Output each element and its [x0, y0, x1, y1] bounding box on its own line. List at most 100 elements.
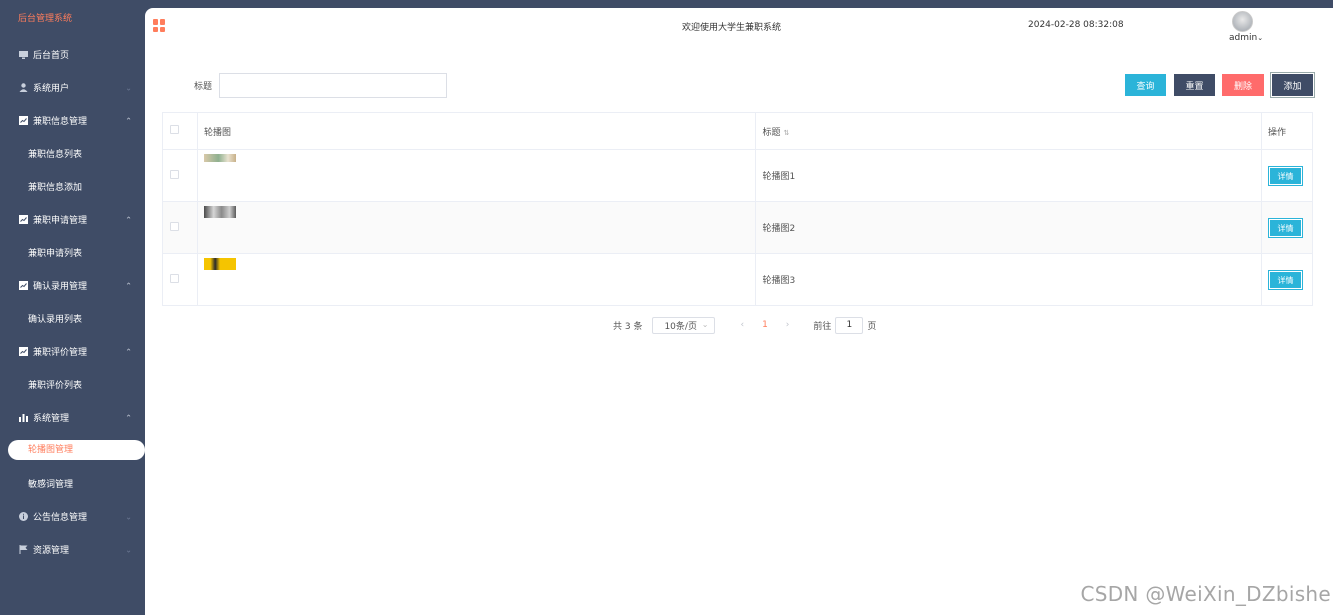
- sidebar-subitem-job-list[interactable]: 兼职信息列表: [0, 137, 145, 170]
- carousel-table: 轮播图 标题 ⇅ 操作 轮播图1 详情 轮播图2 详情 轮播图3 详情: [162, 112, 1314, 306]
- welcome-text: 欢迎使用大学生兼职系统: [682, 23, 782, 33]
- flag-icon: [18, 545, 28, 555]
- row-checkbox[interactable]: [170, 221, 179, 231]
- detail-button[interactable]: 详情: [1267, 269, 1303, 290]
- chevron-up-icon: ⌃: [125, 347, 132, 356]
- brand-title: 后台管理系统: [18, 14, 73, 24]
- chart-icon: [18, 215, 28, 225]
- username: admin: [1229, 33, 1258, 43]
- row-check-cell: [162, 149, 198, 202]
- sidebar-item-notice[interactable]: 公告信息管理 ⌄: [0, 500, 145, 533]
- sidebar-item-label: 公告信息管理: [33, 513, 88, 523]
- sidebar-subitem-apply-list[interactable]: 兼职申请列表: [0, 236, 145, 269]
- row-action-cell: 详情: [1260, 253, 1314, 306]
- column-header-title-label: 标题: [762, 127, 781, 138]
- chart-icon: [18, 281, 28, 291]
- sidebar-item-label: 系统用户: [33, 84, 70, 94]
- sidebar-item-label: 兼职评价管理: [33, 348, 88, 358]
- row-action-cell: 详情: [1260, 201, 1314, 254]
- sidebar-subitem-sensitive-words[interactable]: 敏感词管理: [0, 467, 145, 500]
- goto-page-input[interactable]: 1: [835, 316, 864, 334]
- table-header-row: 轮播图 标题 ⇅ 操作: [162, 112, 1314, 150]
- select-all-cell: [162, 112, 198, 150]
- column-header-actions: 操作: [1260, 112, 1314, 150]
- pagination-total: 共 3 条: [613, 321, 643, 332]
- page-number-current[interactable]: 1: [762, 320, 768, 330]
- chevron-down-icon: ⌄: [125, 545, 132, 554]
- column-header-title[interactable]: 标题 ⇅: [755, 112, 1262, 150]
- carousel-thumbnail[interactable]: [203, 205, 236, 218]
- main-panel: 欢迎使用大学生兼职系统 2024-02-28 08:32:08 admin⌄ 标…: [145, 8, 1333, 615]
- detail-button[interactable]: 详情: [1267, 165, 1303, 186]
- column-header-image: 轮播图: [196, 112, 757, 150]
- sidebar-item-job-apply[interactable]: 兼职申请管理 ⌃: [0, 203, 145, 236]
- row-image-cell: [196, 201, 757, 254]
- chevron-up-icon: ⌃: [125, 281, 132, 290]
- watermark: CSDN @WeiXin_DZbishe: [1080, 582, 1331, 606]
- sidebar-subitem-job-add[interactable]: 兼职信息添加: [0, 170, 145, 203]
- user-menu[interactable]: admin⌄: [1229, 33, 1263, 43]
- next-page-icon[interactable]: ›: [786, 320, 790, 330]
- detail-button[interactable]: 详情: [1267, 217, 1303, 238]
- sidebar-item-system-users[interactable]: 系统用户 ⌄: [0, 71, 145, 104]
- sidebar-active-label: 轮播图管理: [8, 440, 145, 460]
- reset-button[interactable]: 重置: [1174, 74, 1215, 96]
- prev-page-icon[interactable]: ‹: [740, 320, 744, 330]
- chevron-down-icon: ⌄: [1257, 34, 1264, 42]
- table-row: 轮播图1 详情: [162, 149, 1314, 202]
- row-title-cell: 轮播图1: [755, 149, 1262, 202]
- sidebar: 后台管理系统 后台首页 系统用户 ⌄ 兼职信息管理 ⌃ 兼职信息列表 兼职信息添…: [0, 0, 145, 615]
- sidebar-item-job-review[interactable]: 兼职评价管理 ⌃: [0, 335, 145, 368]
- sidebar-subitem-carousel[interactable]: 轮播图管理: [0, 439, 145, 461]
- sidebar-item-home[interactable]: 后台首页: [0, 38, 145, 71]
- select-all-checkbox[interactable]: [170, 125, 179, 134]
- sidebar-item-label: 后台首页: [33, 51, 70, 61]
- sort-icon[interactable]: ⇅: [783, 129, 789, 137]
- query-button[interactable]: 查询: [1125, 74, 1166, 96]
- table-row: 轮播图2 详情: [162, 201, 1314, 254]
- sidebar-item-label: 资源管理: [33, 546, 70, 556]
- row-image-cell: [196, 149, 757, 202]
- avatar[interactable]: [1232, 11, 1253, 32]
- search-label: 标题: [194, 82, 213, 92]
- sidebar-subitem-review-list[interactable]: 兼职评价列表: [0, 368, 145, 401]
- row-image-cell: [196, 253, 757, 306]
- sidebar-item-resources[interactable]: 资源管理 ⌄: [0, 533, 145, 566]
- sidebar-item-job-info[interactable]: 兼职信息管理 ⌃: [0, 104, 145, 137]
- chevron-down-icon: ⌄: [125, 83, 132, 92]
- pagination: 共 3 条 10条/页 ⌄ ‹ 1 › 前往 1 页: [613, 316, 876, 334]
- datetime-text: 2024-02-28 08:32:08: [1028, 20, 1124, 30]
- carousel-thumbnail[interactable]: [203, 153, 236, 162]
- chart-icon: [18, 116, 28, 126]
- table-row: 轮播图3 详情: [162, 253, 1314, 306]
- info-icon: [18, 512, 28, 522]
- row-checkbox[interactable]: [170, 273, 179, 283]
- search-bar: 标题 查询 重置 删除 添加: [145, 72, 1333, 98]
- menu-grid-icon[interactable]: [153, 19, 166, 32]
- page-unit-label: 页: [867, 321, 877, 332]
- delete-button[interactable]: 删除: [1222, 74, 1264, 96]
- carousel-thumbnail[interactable]: [203, 257, 236, 270]
- chevron-up-icon: ⌃: [125, 215, 132, 224]
- sidebar-item-system-manage[interactable]: 系统管理 ⌃: [0, 401, 145, 434]
- bar-chart-icon: [18, 413, 28, 423]
- chart-icon: [18, 347, 28, 357]
- sidebar-subitem-hire-list[interactable]: 确认录用列表: [0, 302, 145, 335]
- page-size-select[interactable]: 10条/页 ⌄: [652, 316, 716, 334]
- title-search-input[interactable]: [219, 73, 447, 98]
- page-size-value: 10条/页: [664, 321, 697, 332]
- row-checkbox[interactable]: [170, 169, 179, 179]
- row-title-cell: 轮播图2: [755, 201, 1262, 254]
- sidebar-item-hire-confirm[interactable]: 确认录用管理 ⌃: [0, 269, 145, 302]
- row-action-cell: 详情: [1260, 149, 1314, 202]
- row-check-cell: [162, 253, 198, 306]
- topbar: 欢迎使用大学生兼职系统 2024-02-28 08:32:08 admin⌄: [145, 8, 1333, 46]
- add-button[interactable]: 添加: [1270, 72, 1315, 98]
- row-check-cell: [162, 201, 198, 254]
- user-icon: [18, 83, 28, 93]
- chevron-down-icon: ⌄: [701, 319, 709, 329]
- sidebar-item-label: 系统管理: [33, 414, 70, 424]
- sidebar-item-label: 兼职信息管理: [33, 117, 88, 127]
- monitor-icon: [18, 50, 28, 60]
- chevron-up-icon: ⌃: [125, 116, 132, 125]
